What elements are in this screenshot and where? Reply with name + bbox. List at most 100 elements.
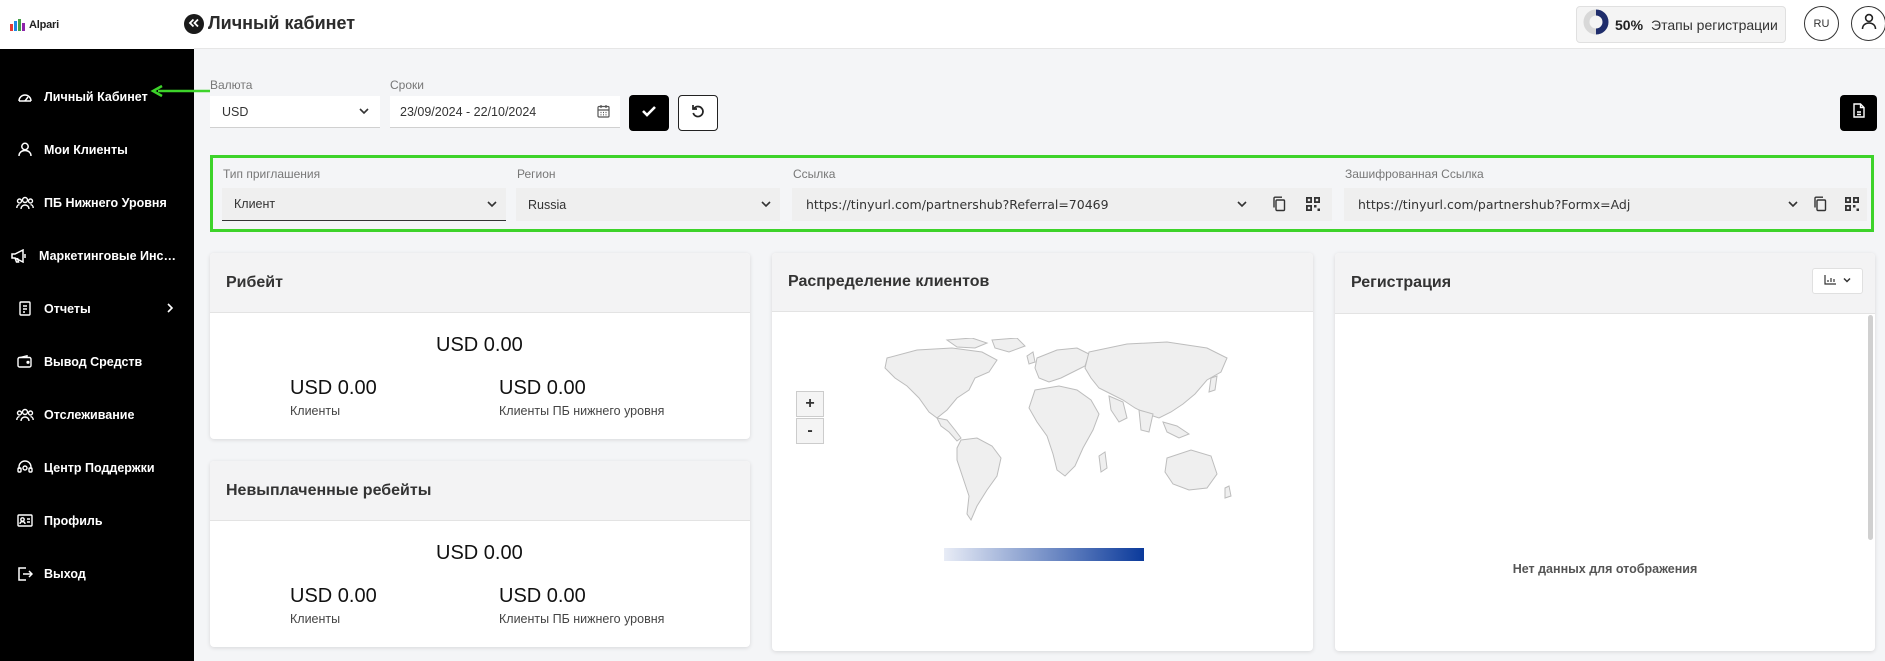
world-map[interactable] xyxy=(877,338,1237,528)
qr-code-icon[interactable] xyxy=(1306,197,1320,214)
file-export-icon xyxy=(1852,103,1865,123)
unpaid-sub-value: USD 0.00 xyxy=(499,585,586,607)
sidebar-item-tracking[interactable]: Отслеживание xyxy=(0,388,194,441)
rebate-total: USD 0.00 xyxy=(436,334,523,356)
sidebar-nav: Личный Кабинет Мои Клиенты ПБ Нижнего Ур… xyxy=(0,70,194,600)
unpaid-sub-label: Клиенты ПБ нижнего уровня xyxy=(499,612,665,626)
date-range-value: 23/09/2024 - 22/10/2024 xyxy=(400,104,537,119)
distribution-card-title: Распределение клиентов xyxy=(772,253,1313,312)
logout-icon xyxy=(15,566,34,582)
annotation-arrow-icon xyxy=(150,84,210,98)
copy-icon[interactable] xyxy=(1272,196,1286,215)
zoom-in-button[interactable]: + xyxy=(796,391,824,417)
unpaid-clients-value: USD 0.00 xyxy=(290,585,377,607)
color-scale-legend xyxy=(944,548,1144,561)
scrollbar[interactable] xyxy=(1868,315,1873,540)
referral-link-select[interactable]: https://tinyurl.com/partnershub?Referral… xyxy=(792,188,1332,221)
chevron-right-icon xyxy=(166,302,174,317)
sidebar-item-marketing[interactable]: Маркетинговые Инструменты xyxy=(0,229,194,282)
back-button[interactable] xyxy=(184,14,204,34)
client-distribution-card: Распределение клиентов + - xyxy=(772,253,1313,651)
double-chevron-left-icon xyxy=(188,15,200,33)
apply-filter-button[interactable] xyxy=(629,95,669,131)
sidebar-item-label: Маркетинговые Инструменты xyxy=(39,248,181,263)
invite-type-select[interactable]: Клиент xyxy=(222,188,506,221)
logo[interactable]: Alpari xyxy=(0,0,194,49)
sidebar-item-label: Выход xyxy=(44,566,86,581)
encrypted-link-select[interactable]: https://tinyurl.com/partnershub?Formx=Ad… xyxy=(1344,188,1867,221)
undo-icon xyxy=(690,103,706,124)
region-select[interactable]: Russia xyxy=(516,188,780,221)
users-track-icon xyxy=(15,407,34,423)
chevron-down-icon xyxy=(1236,198,1248,213)
progress-ring-icon xyxy=(1583,9,1609,40)
region-label: Регион xyxy=(517,167,556,181)
invite-type-value: Клиент xyxy=(234,197,276,211)
user-menu-button[interactable] xyxy=(1851,6,1885,41)
sidebar-item-label: Отслеживание xyxy=(44,407,135,422)
sidebar-item-label: Личный Кабинет xyxy=(44,89,148,104)
invite-type-label: Тип приглашения xyxy=(223,167,321,181)
qr-code-icon[interactable] xyxy=(1845,197,1859,214)
currency-label: Валюта xyxy=(210,78,253,92)
sidebar-item-support[interactable]: Центр Поддержки xyxy=(0,441,194,494)
unpaid-total: USD 0.00 xyxy=(436,542,523,564)
user-icon xyxy=(15,142,34,158)
export-report-button[interactable] xyxy=(1840,95,1877,131)
period-label: Сроки xyxy=(390,78,424,92)
sidebar-item-withdrawal[interactable]: Вывод Средств xyxy=(0,335,194,388)
sidebar-item-label: Отчеты xyxy=(44,301,91,316)
registration-label: Этапы регистрации xyxy=(1651,16,1778,33)
id-card-icon xyxy=(15,513,34,529)
rebate-clients-label: Клиенты xyxy=(290,404,341,418)
megaphone-icon xyxy=(10,248,29,264)
zoom-out-button[interactable]: - xyxy=(796,418,824,444)
sidebar-item-label: Центр Поддержки xyxy=(44,460,155,475)
sidebar-item-label: Мои Клиенты xyxy=(44,142,128,157)
unpaid-clients-label: Клиенты xyxy=(290,612,341,626)
sidebar-item-logout[interactable]: Выход xyxy=(0,547,194,600)
wallet-icon xyxy=(15,354,34,370)
registration-percent: 50% xyxy=(1615,16,1644,33)
sidebar-item-label: ПБ Нижнего Уровня xyxy=(44,195,167,210)
currency-select[interactable]: USD xyxy=(210,96,380,128)
chevron-down-icon xyxy=(1842,272,1852,290)
chevron-down-icon xyxy=(1787,198,1799,213)
check-icon xyxy=(641,104,657,122)
report-icon xyxy=(15,301,34,317)
no-data-message: Нет данных для отображения xyxy=(1512,562,1698,576)
copy-icon[interactable] xyxy=(1813,196,1827,215)
chart-type-dropdown[interactable] xyxy=(1812,268,1863,294)
rebate-sub-value: USD 0.00 xyxy=(499,377,586,399)
sidebar-item-label: Профиль xyxy=(44,513,103,528)
sidebar-item-reports[interactable]: Отчеты xyxy=(0,282,194,335)
date-range-input[interactable]: 23/09/2024 - 22/10/2024 xyxy=(390,96,620,128)
unpaid-rebates-card: Невыплаченные ребейты USD 0.00 USD 0.00 … xyxy=(210,461,750,647)
encrypted-link-label: Зашифрованная Ссылка xyxy=(1345,167,1484,181)
encrypted-link-value: https://tinyurl.com/partnershub?Formx=Ad… xyxy=(1358,197,1631,212)
sidebar-item-label: Вывод Средств xyxy=(44,354,143,369)
rebate-card: Рибейт USD 0.00 USD 0.00 Клиенты USD 0.0… xyxy=(210,253,750,439)
region-value: Russia xyxy=(528,197,567,212)
currency-value: USD xyxy=(222,104,249,119)
language-button[interactable]: RU xyxy=(1804,6,1839,41)
reset-filter-button[interactable] xyxy=(678,95,718,131)
invite-link-panel: Тип приглашения Клиент Регион Russia Ссы… xyxy=(210,155,1874,232)
sidebar-item-clients[interactable]: Мои Клиенты xyxy=(0,123,194,176)
sidebar: Alpari Личный Кабинет Мои Клиенты ПБ Ниж… xyxy=(0,0,194,661)
referral-link-value: https://tinyurl.com/partnershub?Referral… xyxy=(806,197,1109,212)
page-title: Личный кабинет xyxy=(208,13,356,33)
registration-steps-button[interactable]: 50% Этапы регистрации xyxy=(1576,6,1786,43)
chevron-down-icon xyxy=(358,105,370,120)
user-icon xyxy=(1860,12,1878,35)
sidebar-item-sub-ib[interactable]: ПБ Нижнего Уровня xyxy=(0,176,194,229)
registration-card: Регистрация Нет данных для отображения xyxy=(1335,253,1875,651)
dashboard-gauge-icon xyxy=(15,89,34,105)
registration-card-title: Регистрация xyxy=(1335,253,1875,314)
support-icon xyxy=(15,460,34,476)
sidebar-item-profile[interactable]: Профиль xyxy=(0,494,194,547)
chevron-down-icon xyxy=(486,198,498,213)
bar-chart-icon xyxy=(1823,272,1837,290)
logo-text: Alpari xyxy=(29,18,59,31)
rebate-clients-value: USD 0.00 xyxy=(290,377,377,399)
